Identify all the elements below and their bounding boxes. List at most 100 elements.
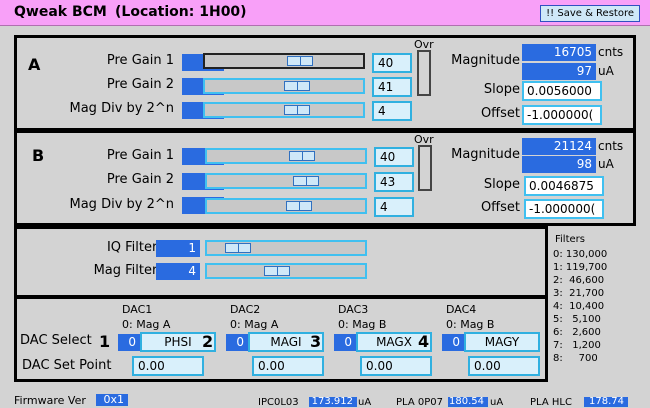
filter-option: 3: 21,700 (553, 288, 605, 299)
slider-thumb[interactable] (286, 201, 312, 211)
dac-source: 0: Mag A (122, 318, 171, 331)
counts-unit: cnts (598, 45, 624, 59)
dac-title: DAC1 (122, 303, 153, 316)
pla-hlc-value: 178.74 (584, 397, 628, 407)
ipc-unit: uA (358, 397, 372, 408)
magnitude-counts: 21124 (522, 138, 596, 155)
dac-signal-select[interactable]: MAGY (464, 332, 540, 352)
slider-thumb[interactable] (287, 56, 313, 66)
offset-label: Offset (480, 106, 520, 121)
pla-hlc-label: PLA HLC (530, 397, 572, 408)
dac-select-label: DAC Select (20, 333, 92, 348)
dac-number: 1 (99, 332, 111, 351)
mag-filter-readback: 4 (156, 263, 200, 280)
location-label: (Location: 1H00) (115, 4, 247, 20)
current-unit: uA (598, 157, 614, 171)
slider-thumb[interactable] (284, 105, 310, 115)
dac-title: DAC4 (446, 303, 477, 316)
filter-option: 7: 1,200 (553, 340, 601, 351)
filter-option: 6: 2,600 (553, 327, 601, 338)
dac-number: 4 (418, 332, 430, 351)
slider-thumb[interactable] (264, 266, 290, 276)
firmware-label: Firmware Ver (14, 394, 86, 407)
firmware-value: 0x1 (96, 394, 128, 406)
pre-gain-1-entry[interactable]: 40 (374, 147, 414, 167)
pre-gain-2-slider[interactable] (203, 78, 365, 94)
magnitude-label: Magnitude (451, 53, 520, 68)
slope-entry[interactable]: 0.0056000 (522, 81, 602, 101)
channel-a-label: A (28, 55, 41, 74)
counts-unit: cnts (598, 139, 624, 153)
dac-select-readback: 0 (442, 334, 464, 351)
iq-filter-slider[interactable] (205, 240, 367, 256)
slider-thumb[interactable] (289, 151, 315, 161)
filter-option: 1: 119,700 (553, 262, 608, 273)
offset-entry[interactable]: -1.000000( (524, 199, 604, 219)
filter-option: 4: 10,400 (553, 301, 605, 312)
overflow-indicator (418, 145, 432, 191)
pre-gain-2-label: Pre Gain 2 (106, 172, 174, 187)
dac-source: 0: Mag A (230, 318, 279, 331)
pre-gain-1-entry[interactable]: 40 (372, 53, 412, 73)
mag-filter-label: Mag Filter K (93, 263, 170, 278)
dac-set-point-label: DAC Set Point (22, 358, 112, 373)
slider-thumb[interactable] (225, 243, 251, 253)
magnitude-counts: 16705 (522, 44, 596, 61)
iq-filter-label: IQ Filter K (106, 240, 170, 255)
pre-gain-1-label: Pre Gain 1 (106, 148, 174, 163)
pre-gain-1-label: Pre Gain 1 (106, 53, 174, 68)
filter-panel (14, 226, 548, 298)
offset-label: Offset (480, 200, 520, 215)
title-bar: Qweak BCM (Location: 1H00) !! Save & Res… (0, 0, 650, 26)
filter-option: 5: 5,100 (553, 314, 601, 325)
slider-thumb[interactable] (284, 81, 310, 91)
dac-set-point-entry[interactable]: 0.00 (468, 356, 540, 376)
mag-div-label: Mag Div by 2^n (69, 101, 175, 116)
overflow-indicator (417, 50, 431, 96)
dac-select-readback: 0 (226, 334, 248, 351)
current-unit: uA (598, 64, 614, 78)
slope-label: Slope (483, 177, 520, 192)
pre-gain-2-slider[interactable] (205, 173, 367, 189)
pre-gain-2-label: Pre Gain 2 (106, 77, 174, 92)
dac-select-readback: 0 (334, 334, 356, 351)
ipc-value: 173.912 (309, 397, 357, 407)
ipc-label: IPC0L03 (258, 397, 299, 408)
dac-set-point-entry[interactable]: 0.00 (252, 356, 324, 376)
filters-list: 0: 130,000 1: 119,700 2: 46,600 3: 21,700 4:… (553, 248, 607, 365)
pla-unit: uA (490, 397, 504, 408)
slope-label: Slope (483, 82, 520, 97)
dac-set-point-entry[interactable]: 0.00 (132, 356, 204, 376)
slope-entry[interactable]: 0.0046875 (524, 176, 604, 196)
dac-number: 2 (202, 332, 214, 351)
magnitude-current: 97 (522, 63, 596, 80)
mag-filter-slider[interactable] (205, 263, 367, 279)
dac-title: DAC3 (338, 303, 369, 316)
dac-number: 3 (310, 332, 322, 351)
slider-thumb[interactable] (293, 176, 319, 186)
pre-gain-1-slider[interactable] (205, 148, 367, 164)
offset-entry[interactable]: -1.000000( (522, 105, 602, 125)
app-title: Qweak BCM (14, 4, 107, 20)
filter-option: 8: 700 (553, 353, 598, 364)
dac-source: 0: Mag B (338, 318, 387, 331)
mag-div-entry[interactable]: 4 (372, 101, 412, 121)
save-restore-button[interactable]: !! Save & Restore (540, 5, 640, 22)
dac-select-readback: 0 (118, 334, 140, 351)
mag-div-entry[interactable]: 4 (374, 197, 414, 217)
mag-div-label: Mag Div by 2^n (69, 197, 175, 212)
pla-label: PLA 0P07 (396, 397, 443, 408)
mag-div-slider[interactable] (203, 102, 365, 118)
filters-title: Filters (555, 234, 585, 245)
filter-option: 2: 46,600 (553, 275, 605, 286)
mag-div-slider[interactable] (205, 198, 367, 214)
dac-source: 0: Mag B (446, 318, 495, 331)
pre-gain-1-slider[interactable] (203, 53, 365, 69)
pre-gain-2-entry[interactable]: 41 (372, 77, 412, 97)
filter-option: 0: 130,000 (553, 249, 608, 260)
dac-title: DAC2 (230, 303, 261, 316)
iq-filter-readback: 1 (156, 240, 200, 257)
pre-gain-2-entry[interactable]: 43 (374, 172, 414, 192)
pla-value: 180.54 (448, 397, 488, 407)
dac-set-point-entry[interactable]: 0.00 (360, 356, 432, 376)
